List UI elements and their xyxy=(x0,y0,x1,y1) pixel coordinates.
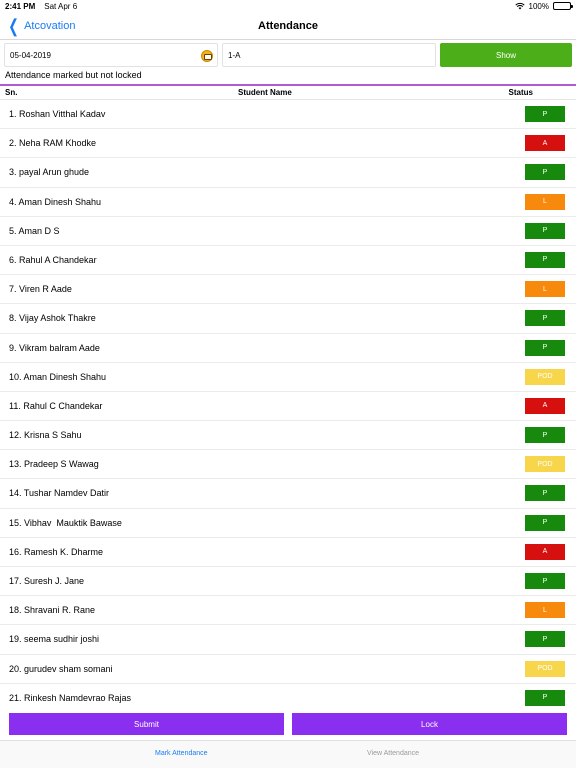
student-row: 3. payal Arun ghude P xyxy=(0,158,576,188)
header-status: Status xyxy=(508,88,533,97)
submit-button[interactable]: Submit xyxy=(9,713,284,735)
student-name: 20. gurudev sham somani xyxy=(9,663,113,674)
student-name: 13. Pradeep S Wawag xyxy=(9,459,99,470)
student-name: 8. Vijay Ashok Thakre xyxy=(9,313,96,324)
student-name: 9. Vikram balram Aade xyxy=(9,342,100,353)
show-button[interactable]: Show xyxy=(440,43,572,67)
header-sn: Sn. xyxy=(5,88,18,97)
filter-controls: 05-04-2019 1-A Show xyxy=(4,43,572,67)
class-field[interactable]: 1-A xyxy=(222,43,436,67)
student-name: 16. Ramesh K. Dharme xyxy=(9,546,104,557)
student-row: 8. Vijay Ashok Thakre P xyxy=(0,304,576,334)
tab-view-attendance[interactable]: View Attendance xyxy=(367,750,419,757)
student-row: 6. Rahul A Chandekar P xyxy=(0,246,576,276)
student-row: 14. Tushar Namdev Datir P xyxy=(0,479,576,509)
status-badge[interactable]: POD xyxy=(525,456,565,473)
student-name: 6. Rahul A Chandekar xyxy=(9,254,97,265)
student-row: 19. seema sudhir joshi P xyxy=(0,625,576,655)
chevron-left-icon: ❮ xyxy=(8,16,19,36)
student-name: 21. Rinkesh Namdevrao Rajas xyxy=(9,692,132,703)
status-badge[interactable]: POD xyxy=(525,660,565,677)
student-name: 17. Suresh J. Jane xyxy=(9,576,85,586)
date-field[interactable]: 05-04-2019 xyxy=(4,43,218,67)
status-badge[interactable]: POD xyxy=(525,368,565,385)
status-badge[interactable]: L xyxy=(525,281,565,298)
student-row: 7. Viren R Aade L xyxy=(0,275,576,305)
status-badge[interactable]: L xyxy=(525,602,565,619)
student-name: 11. Rahul C Chandekar xyxy=(9,400,103,411)
student-row: 12. Krisna S Sahu P xyxy=(0,421,576,451)
student-row: 15. Vibhav Mauktik Bawase P xyxy=(0,509,576,538)
attendance-notice: Attendance marked but not locked xyxy=(5,70,142,80)
status-badge[interactable]: L xyxy=(525,193,565,210)
student-row: 18. Shravani R. Rane L xyxy=(0,596,576,626)
student-row: 1. Roshan Vitthal Kadav P xyxy=(0,100,576,130)
student-name: 4. Aman Dinesh Shahu xyxy=(9,196,102,207)
back-label: Atcovation xyxy=(24,20,76,32)
student-name: 7. Viren R Aade xyxy=(9,284,72,295)
student-row: 21. Rinkesh Namdevrao Rajas P xyxy=(0,684,576,710)
status-badge[interactable]: A xyxy=(525,543,565,560)
status-badge[interactable]: P xyxy=(525,339,565,356)
status-date: Sat Apr 6 xyxy=(44,1,78,11)
student-name: 14. Tushar Namdev Datir xyxy=(9,488,110,499)
student-name: 19. seema sudhir joshi xyxy=(9,634,100,645)
student-name: 15. Vibhav Mauktik Bawase xyxy=(9,517,122,528)
student-row: 10. Aman Dinesh Shahu POD xyxy=(0,363,576,392)
lock-button[interactable]: Lock xyxy=(292,713,567,735)
student-name: 3. payal Arun ghude xyxy=(9,167,90,178)
status-right: 100% xyxy=(514,1,573,11)
status-badge[interactable]: P xyxy=(525,485,565,502)
status-badge[interactable]: P xyxy=(525,631,565,648)
status-badge[interactable]: P xyxy=(525,106,565,122)
table-header: Sn. Student Name Status xyxy=(0,86,576,100)
student-row: 13. Pradeep S Wawag POD xyxy=(0,450,576,480)
status-time: 2:41 PM xyxy=(5,1,36,11)
student-row: 20. gurudev sham somani POD xyxy=(0,655,576,684)
wifi-icon xyxy=(514,2,525,10)
back-button[interactable]: ❮ Atcovation xyxy=(6,12,75,40)
date-value: 05-04-2019 xyxy=(10,50,51,60)
student-name: 1. Roshan Vitthal Kadav xyxy=(9,109,106,119)
status-badge[interactable]: P xyxy=(525,251,565,268)
student-row: 16. Ramesh K. Dharme A xyxy=(0,538,576,567)
calendar-icon[interactable] xyxy=(201,50,213,62)
student-row: 11. Rahul C Chandekar A xyxy=(0,392,576,422)
status-badge[interactable]: P xyxy=(525,310,565,327)
tab-bar: Mark Attendance View Attendance xyxy=(0,740,576,768)
status-bar: 2:41 PM Sat Apr 6 100% xyxy=(0,0,576,12)
status-badge[interactable]: P xyxy=(525,514,565,531)
navigation-bar: ❮ Atcovation Attendance xyxy=(0,12,576,40)
battery-icon xyxy=(553,2,573,10)
status-badge[interactable]: A xyxy=(525,397,565,414)
status-badge[interactable]: P xyxy=(525,689,565,706)
student-row: 4. Aman Dinesh Shahu L xyxy=(0,188,576,217)
status-badge[interactable]: A xyxy=(525,135,565,152)
battery-percent: 100% xyxy=(528,1,549,11)
student-name: 10. Aman Dinesh Shahu xyxy=(9,371,107,382)
student-row: 2. Neha RAM Khodke A xyxy=(0,129,576,159)
status-badge[interactable]: P xyxy=(525,222,565,239)
status-badge[interactable]: P xyxy=(525,164,565,181)
header-student-name: Student Name xyxy=(238,88,292,97)
student-list: 1. Roshan Vitthal Kadav P 2. Neha RAM Khod… xyxy=(0,100,576,710)
status-badge[interactable]: P xyxy=(525,427,565,444)
class-value: 1-A xyxy=(228,50,241,60)
student-name: 18. Shravani R. Rane xyxy=(9,605,96,616)
tab-mark-attendance[interactable]: Mark Attendance xyxy=(155,750,208,757)
page-title: Attendance xyxy=(258,19,318,32)
student-row: 17. Suresh J. Jane P xyxy=(0,567,576,597)
student-row: 5. Aman D S P xyxy=(0,217,576,246)
student-name: 12. Krisna S Sahu xyxy=(9,430,82,441)
student-row: 9. Vikram balram Aade P xyxy=(0,334,576,363)
status-badge[interactable]: P xyxy=(525,573,565,589)
student-name: 2. Neha RAM Khodke xyxy=(9,138,97,149)
student-name: 5. Aman D S xyxy=(9,225,60,236)
